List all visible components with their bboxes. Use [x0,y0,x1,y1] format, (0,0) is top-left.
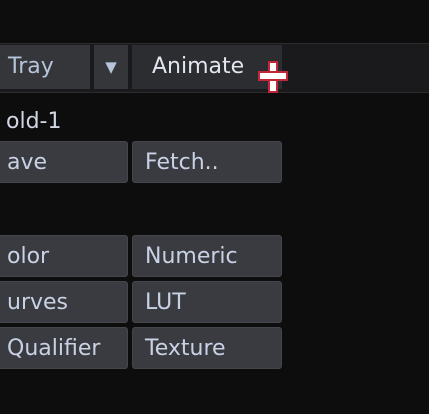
curves-button[interactable]: urves [0,281,128,323]
tray-label: Tray [8,54,54,79]
texture-button[interactable]: Texture [132,327,282,369]
tray-dropdown[interactable]: Tray [0,45,90,89]
fetch-button[interactable]: Fetch.. [132,141,282,183]
save-button[interactable]: ave [0,141,128,183]
numeric-button[interactable]: Numeric [132,235,282,277]
chevron-down-icon: ▼ [105,58,117,76]
lut-button[interactable]: LUT [132,281,282,323]
color-button[interactable]: olor [0,235,128,277]
animate-label: Animate [152,54,245,79]
qualifier-button[interactable]: Qualifier [0,327,128,369]
tray-dropdown-button[interactable]: ▼ [94,45,128,89]
node-name-label: old-1 [6,109,62,134]
crosshair-cursor-icon [258,61,288,93]
